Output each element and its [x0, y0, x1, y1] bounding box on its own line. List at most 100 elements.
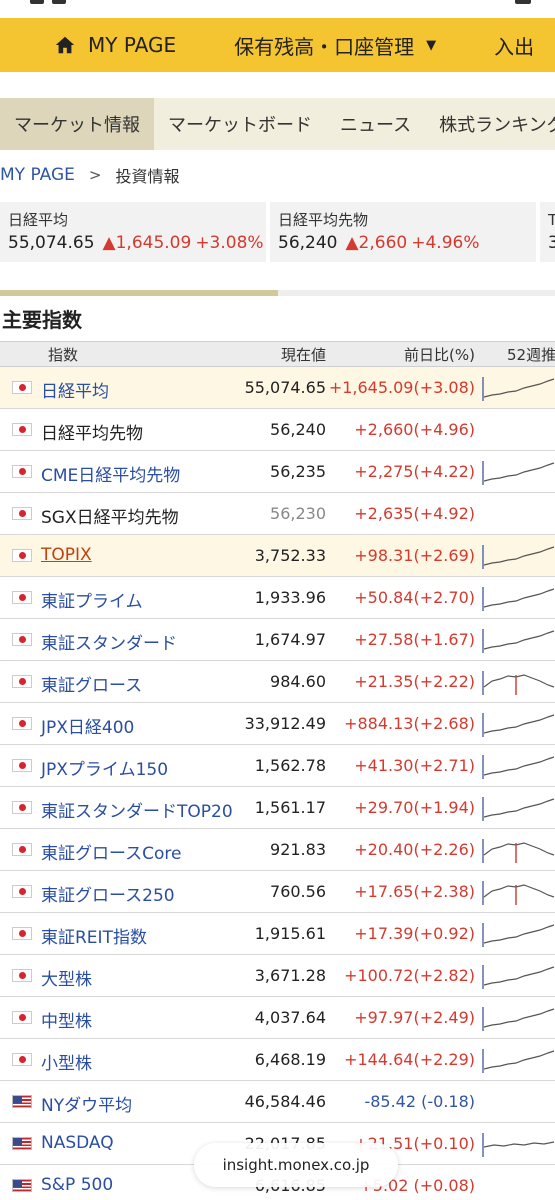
table-row[interactable]: 日経平均先物 56,240 +2,660(+4.96): [0, 409, 555, 451]
col-header-price: 現在値: [280, 345, 326, 364]
index-name[interactable]: S&P 500: [41, 1175, 113, 1195]
index-name[interactable]: 東証グロース: [41, 671, 142, 696]
japan-flag-icon: [12, 633, 32, 646]
table-row[interactable]: CME日経平均先物 56,235 +2,275(+4.22): [0, 451, 555, 493]
table-row[interactable]: 中型株 4,037.64 +97.97(+2.49): [0, 997, 555, 1039]
table-row[interactable]: 日経平均 55,074.65 +1,645.09(+3.08): [0, 367, 555, 409]
index-name[interactable]: CME日経平均先物: [41, 461, 180, 486]
index-name[interactable]: 中型株: [41, 1007, 92, 1032]
japan-flag-icon: [12, 465, 32, 478]
nav-item-holdings[interactable]: 保有残高・口座管理 ▼: [234, 18, 436, 72]
japan-flag-icon: [12, 1053, 32, 1066]
index-price: 1,561.17: [254, 798, 326, 817]
us-flag-icon: [12, 1095, 32, 1108]
table-row[interactable]: 東証グロースCore 921.83 +20.40(+2.26): [0, 829, 555, 871]
index-change: +20.40(+2.26): [354, 840, 475, 859]
breadcrumb: MY PAGE > 投資情報: [0, 162, 179, 188]
index-change: +884.13(+2.68): [344, 714, 475, 733]
quote-cards: 日経平均 55,074.65 ▲1,645.09 +3.08% 日経平均先物 56,…: [0, 202, 555, 262]
japan-flag-icon: [12, 591, 32, 604]
breadcrumb-mypage-link[interactable]: MY PAGE: [0, 165, 75, 185]
index-price: 760.56: [270, 882, 326, 901]
index-price: 1,915.61: [254, 924, 326, 943]
index-change: +98.31(+2.69): [354, 546, 475, 565]
quote-card-nikkei[interactable]: 日経平均 55,074.65 ▲1,645.09 +3.08%: [0, 202, 266, 262]
japan-flag-icon: [12, 1011, 32, 1024]
japan-flag-icon: [12, 843, 32, 856]
nav-mypage-label: MY PAGE: [88, 33, 177, 57]
sparkline-52week: [482, 587, 555, 611]
index-name: 日経平均先物: [41, 424, 143, 444]
index-price: 1,674.97: [254, 630, 326, 649]
index-change: +17.65(+2.38): [354, 882, 475, 901]
table-row[interactable]: JPX日経400 33,912.49 +884.13(+2.68): [0, 703, 555, 745]
col-header-chart: 52週推: [507, 345, 555, 364]
table-row[interactable]: JPXプライム150 1,562.78 +41.30(+2.71): [0, 745, 555, 787]
table-row[interactable]: 東証プライム 1,933.96 +50.84(+2.70): [0, 577, 555, 619]
sparkline-52week: [482, 1007, 555, 1031]
tab-stock-ranking[interactable]: 株式ランキング: [425, 98, 555, 150]
index-price: 56,235: [270, 462, 326, 481]
quote-value: 56,240: [278, 233, 338, 253]
quote-card-topix[interactable]: T 3: [540, 202, 555, 262]
index-change: +17.39(+0.92): [354, 924, 475, 943]
tab-news[interactable]: ニュース: [326, 98, 425, 150]
index-name[interactable]: 東証グロースCore: [41, 839, 182, 864]
japan-flag-icon: [12, 927, 32, 940]
index-name[interactable]: 大型株: [41, 965, 92, 990]
index-name[interactable]: 東証グロース250: [41, 881, 175, 906]
index-change: +97.97(+2.49): [354, 1008, 475, 1027]
index-name[interactable]: TOPIX: [41, 545, 92, 565]
nav-item-deposit[interactable]: 入出: [494, 18, 534, 72]
japan-flag-icon: [12, 885, 32, 898]
table-row[interactable]: 東証スタンダードTOP20 1,561.17 +29.70(+1.94): [0, 787, 555, 829]
sparkline-52week: [482, 881, 555, 905]
table-row[interactable]: TOPIX 3,752.33 +98.31(+2.69): [0, 535, 555, 577]
sparkline-52week: [482, 377, 555, 401]
index-name[interactable]: 小型株: [41, 1049, 92, 1074]
index-name[interactable]: NASDAQ: [41, 1133, 114, 1153]
table-header: 指数 現在値 前日比(%) 52週推: [0, 341, 555, 367]
index-name[interactable]: NYダウ平均: [41, 1091, 132, 1116]
table-row[interactable]: 大型株 3,671.28 +100.72(+2.82): [0, 955, 555, 997]
index-change: +2,635(+4.92): [354, 504, 475, 523]
index-price: 4,037.64: [254, 1008, 326, 1027]
table-row[interactable]: 東証REIT指数 1,915.61 +17.39(+0.92): [0, 913, 555, 955]
table-row[interactable]: SGX日経平均先物 56,230 +2,635(+4.92): [0, 493, 555, 535]
index-name[interactable]: JPX日経400: [41, 713, 134, 738]
japan-flag-icon: [12, 717, 32, 730]
section-title: 主要指数: [2, 308, 82, 332]
table-row[interactable]: 小型株 6,468.19 +144.64(+2.29): [0, 1039, 555, 1081]
sparkline-52week: [482, 461, 555, 485]
quote-name: T: [548, 211, 555, 229]
sparkline-52week: [482, 797, 555, 821]
table-row[interactable]: 東証グロース 984.60 +21.35(+2.22): [0, 661, 555, 703]
index-price: 3,752.33: [254, 546, 326, 565]
index-name[interactable]: 東証REIT指数: [41, 923, 147, 948]
index-name[interactable]: 東証スタンダードTOP20: [41, 797, 233, 822]
index-change: +50.84(+2.70): [354, 588, 475, 607]
index-price: 33,912.49: [244, 714, 326, 733]
col-header-change: 前日比(%): [404, 345, 475, 364]
table-row[interactable]: 東証スタンダード 1,674.97 +27.58(+1.67): [0, 619, 555, 661]
japan-flag-icon: [12, 801, 32, 814]
index-name[interactable]: 日経平均: [41, 377, 109, 402]
breadcrumb-current: 投資情報: [115, 167, 180, 186]
quote-name: 日経平均: [8, 211, 69, 229]
quote-percent: +3.08%: [195, 233, 264, 253]
index-change: +41.30(+2.71): [354, 756, 475, 775]
col-header-name: 指数: [48, 345, 79, 364]
tab-market-board[interactable]: マーケットボード: [154, 98, 326, 150]
nav-item-mypage[interactable]: MY PAGE: [0, 18, 176, 72]
tab-market-info[interactable]: マーケット情報: [0, 98, 154, 150]
index-change: +144.64(+2.29): [344, 1050, 475, 1069]
sparkline-52week: [482, 629, 555, 653]
japan-flag-icon: [12, 675, 32, 688]
index-name[interactable]: 東証スタンダード: [41, 629, 177, 654]
table-row[interactable]: NYダウ平均 46,584.46 -85.42 (-0.18): [0, 1081, 555, 1123]
table-row[interactable]: 東証グロース250 760.56 +17.65(+2.38): [0, 871, 555, 913]
quote-card-nikkei-futures[interactable]: 日経平均先物 56,240 ▲2,660 +4.96%: [270, 202, 536, 262]
index-name[interactable]: 東証プライム: [41, 587, 143, 612]
index-name[interactable]: JPXプライム150: [41, 755, 168, 780]
sparkline-52week: [482, 1133, 555, 1157]
